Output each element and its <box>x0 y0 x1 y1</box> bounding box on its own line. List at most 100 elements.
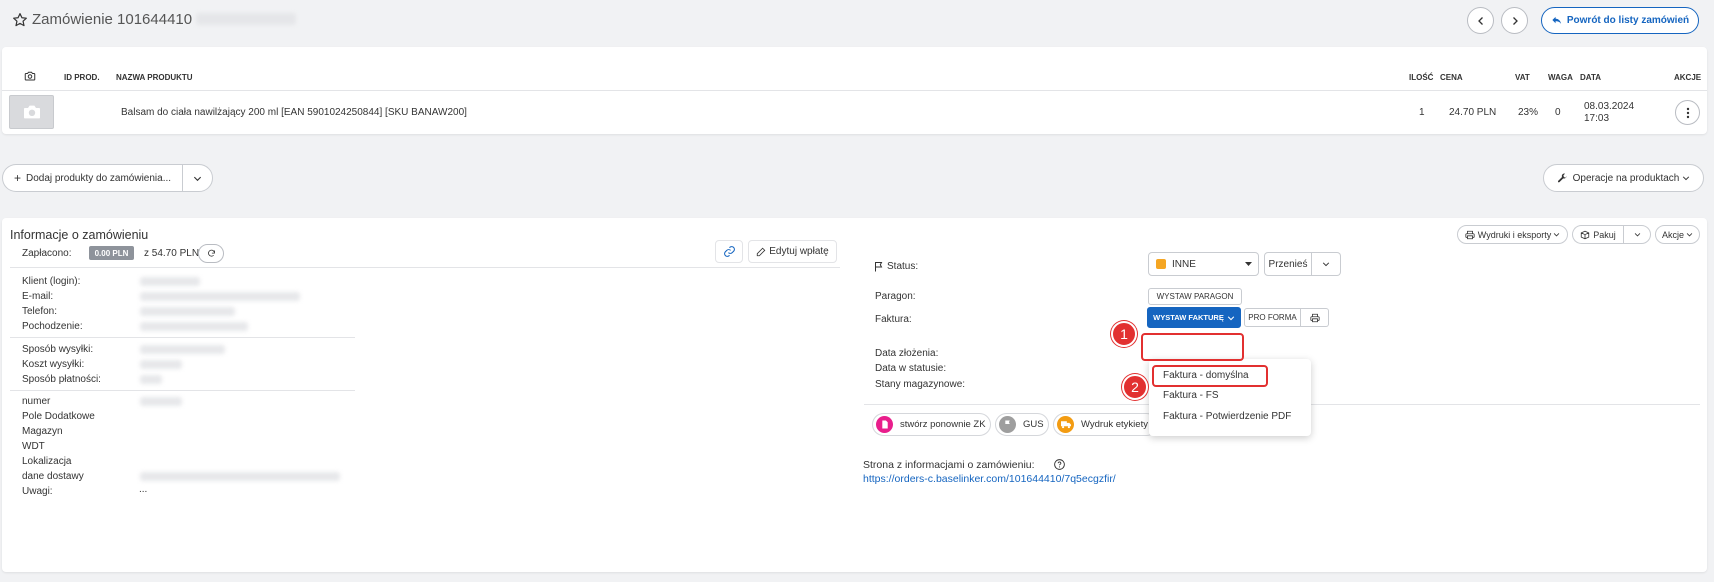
pack-label: Pakuj <box>1593 229 1616 240</box>
prev-order-button[interactable] <box>1467 7 1494 34</box>
print-label-label: Wydruk etykiety <box>1081 419 1148 430</box>
order-actions-label: Akcje <box>1661 229 1684 240</box>
camera-icon <box>24 70 36 82</box>
field-email: E-mail: <box>22 291 54 302</box>
refresh-icon <box>207 249 215 257</box>
order-info-card: Informacje o zamówieniu Wydruki i ekspor… <box>2 218 1707 572</box>
col-header-weight: WAGA <box>1548 73 1573 82</box>
field-number: numer <box>22 396 51 407</box>
issue-receipt-button[interactable]: WYSTAW PARAGON <box>1148 288 1242 305</box>
status-color-swatch <box>1156 259 1166 269</box>
status-select[interactable]: INNE <box>1148 252 1259 276</box>
field-extra-2: Pole Dodatkowe 2 <box>22 411 98 422</box>
invoice-menu-item-fs[interactable]: Faktura - FS <box>1163 390 1219 401</box>
move-label: Przenieś <box>1268 258 1308 270</box>
flag-icon <box>874 261 884 272</box>
paid-total: z 54.70 PLN <box>144 248 200 259</box>
invoice-print-button[interactable] <box>1301 308 1329 327</box>
chevron-right-icon <box>1512 16 1518 25</box>
field-client-login: Klient (login): <box>22 276 81 287</box>
product-weight: 0 <box>1555 107 1561 118</box>
printer-icon <box>1465 230 1475 239</box>
col-header-qty: ILOŚĆ <box>1409 73 1434 82</box>
move-dropdown[interactable] <box>1312 252 1341 276</box>
notes-value: ... <box>139 484 148 495</box>
field-shipping-cost: Koszt wysyłki: <box>22 359 85 370</box>
highlight-issue-invoice <box>1141 333 1244 361</box>
gus-chip[interactable]: GUS <box>995 413 1049 436</box>
wrench-icon <box>1557 173 1567 182</box>
flag-icon <box>999 416 1016 433</box>
col-header-price: CENA <box>1440 73 1463 82</box>
chevron-down-icon <box>1686 233 1693 237</box>
field-location: Lokalizacja <box>22 456 72 467</box>
edit-payment-label: Edytuj wpłatę <box>769 246 829 257</box>
col-header-id: ID PROD. <box>64 73 100 82</box>
product-time: 17:03 <box>1584 113 1610 124</box>
add-products-label: Dodaj produkty do zamówienia... <box>25 172 172 184</box>
status-label: Status: <box>887 261 919 272</box>
paid-value-badge: 0.00 PLN <box>89 246 134 260</box>
back-to-orders-label: Powrót do listy zamówień <box>1566 15 1690 26</box>
redacted-value <box>140 322 248 331</box>
next-order-button[interactable] <box>1501 7 1528 34</box>
col-header-actions: AKCJE <box>1674 73 1702 82</box>
proforma-button[interactable]: PRO FORMA <box>1244 308 1301 327</box>
redacted-value <box>140 307 235 316</box>
add-products-dropdown[interactable] <box>182 164 213 192</box>
annotation-marker-2: 2 <box>1122 374 1148 400</box>
field-shipping-method: Sposób wysyłki: <box>22 344 94 355</box>
date-submitted-label: Data złożenia: <box>875 348 939 359</box>
table-row: Balsam do ciała nawilżający 200 ml [EAN … <box>2 91 1707 134</box>
field-warehouse: Magazyn <box>22 426 63 437</box>
chevron-down-icon <box>1322 262 1330 267</box>
product-price: 24.70 PLN <box>1449 107 1497 118</box>
paid-label: Zapłacono: <box>22 248 72 259</box>
order-page-link[interactable]: https://orders-c.baselinker.com/10164441… <box>863 473 1116 485</box>
document-icon <box>876 416 893 433</box>
product-date: 08.03.2024 <box>1584 101 1635 112</box>
product-thumbnail[interactable] <box>9 95 54 129</box>
recreate-zk-label: stwórz ponownie ZK <box>900 419 986 430</box>
caret-down-icon <box>1245 262 1252 266</box>
chevron-down-icon <box>193 176 202 181</box>
product-operations-label: Operacje na produktach <box>1572 172 1680 184</box>
more-vertical-icon <box>1686 107 1689 118</box>
print-label-chip[interactable]: Wydruk etykiety <box>1053 413 1158 436</box>
printer-icon <box>1309 313 1320 322</box>
field-delivery-data: dane dostawy <box>22 471 84 482</box>
field-payment-method: Sposób płatności: <box>22 374 101 385</box>
redacted-value <box>140 472 340 481</box>
pack-dropdown[interactable] <box>1623 225 1651 244</box>
issue-invoice-button[interactable]: WYSTAW FAKTURĘ <box>1147 307 1241 328</box>
invoice-label: Faktura: <box>875 314 912 325</box>
edit-payment-button[interactable]: Edytuj wpłatę <box>748 240 837 263</box>
plus-icon: + <box>13 171 21 185</box>
add-products-button[interactable]: + Dodaj produkty do zamówienia... <box>2 164 182 192</box>
gus-label: GUS <box>1023 419 1044 430</box>
order-info-title: Informacje o zamówieniu <box>10 228 149 242</box>
payment-link-button[interactable] <box>715 240 743 263</box>
truck-icon <box>1057 416 1074 433</box>
link-icon <box>723 246 735 257</box>
field-phone: Telefon: <box>22 306 58 317</box>
pack-button[interactable]: Pakuj <box>1572 225 1623 244</box>
invoice-menu-item-pdf[interactable]: Faktura - Potwierdzenie PDF <box>1163 411 1291 422</box>
reply-icon <box>1552 16 1561 24</box>
star-icon[interactable] <box>12 12 28 28</box>
redacted-value <box>140 292 300 301</box>
product-name[interactable]: Balsam do ciała nawilżający 200 ml [EAN … <box>121 107 467 118</box>
move-button[interactable]: Przenieś <box>1264 252 1312 276</box>
col-header-name: NAZWA PRODUKTU <box>116 73 193 82</box>
help-icon[interactable] <box>1054 459 1065 470</box>
prints-exports-button[interactable]: Wydruki i eksporty <box>1457 225 1568 244</box>
redacted-header-text <box>196 13 296 25</box>
refresh-payment-button[interactable] <box>198 244 224 263</box>
back-to-orders-button[interactable]: Powrót do listy zamówień <box>1541 7 1699 34</box>
col-header-date: DATA <box>1580 73 1602 82</box>
product-operations-button[interactable]: Operacje na produktach <box>1543 164 1704 192</box>
row-actions-button[interactable] <box>1675 100 1700 125</box>
recreate-zk-chip[interactable]: stwórz ponownie ZK <box>872 413 991 436</box>
order-actions-button[interactable]: Akcje <box>1655 225 1700 244</box>
chevron-down-icon <box>1634 233 1640 237</box>
